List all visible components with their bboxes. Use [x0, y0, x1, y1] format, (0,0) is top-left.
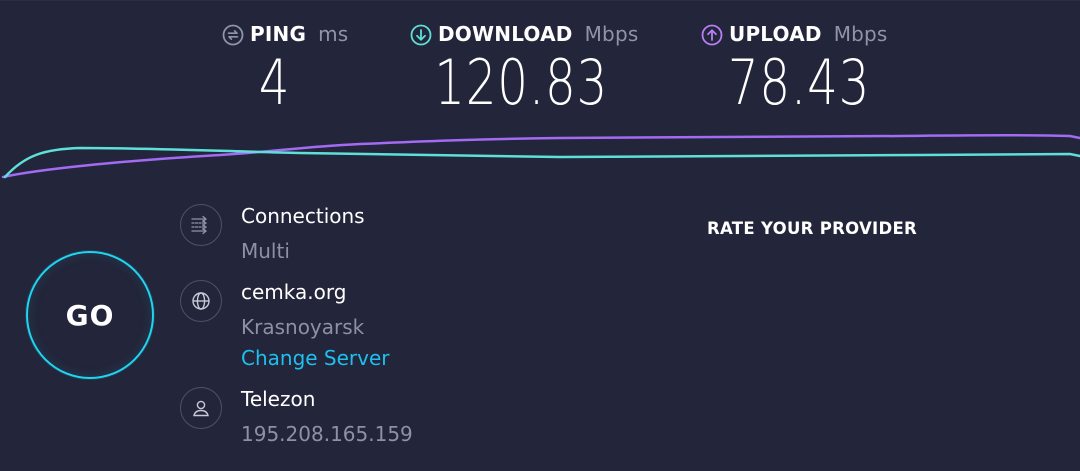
ping-value: 4: [258, 46, 291, 119]
ping-header: PING ms: [222, 20, 349, 48]
isp-name: Telezon: [241, 387, 316, 411]
rate-provider-heading: RATE YOUR PROVIDER: [707, 219, 918, 238]
upload-arrow-icon: [701, 24, 723, 46]
user-icon: [180, 387, 222, 429]
upload-value: 78.43: [727, 46, 871, 119]
connections-icon: [180, 204, 222, 246]
server-host: cemka.org: [241, 280, 347, 304]
download-value: 120.83: [434, 46, 609, 119]
download-metric: DOWNLOAD Mbps 120.83: [410, 20, 640, 116]
server-city: Krasnoyarsk: [241, 315, 365, 339]
download-speed-line: [3, 146, 1080, 179]
download-header: DOWNLOAD Mbps: [410, 20, 640, 48]
upload-metric: UPLOAD Mbps 78.43: [701, 20, 891, 116]
upload-label: UPLOAD: [729, 22, 822, 46]
ping-label: PING: [250, 22, 307, 46]
download-unit: Mbps: [584, 22, 639, 46]
ping-icon: [222, 24, 244, 46]
download-arrow-icon: [410, 24, 432, 46]
upload-unit: Mbps: [833, 22, 888, 46]
isp-ip: 195.208.165.159: [241, 422, 413, 446]
ping-metric: PING ms 4: [222, 20, 349, 119]
go-button-label: GO: [65, 298, 115, 332]
download-label: DOWNLOAD: [438, 22, 573, 46]
change-server-link[interactable]: Change Server: [241, 346, 390, 370]
connections-value: Multi: [241, 239, 290, 263]
go-button[interactable]: GO: [26, 251, 154, 379]
connections-title: Connections: [241, 204, 365, 228]
ping-unit: ms: [318, 22, 349, 46]
upload-header: UPLOAD Mbps: [701, 20, 891, 48]
globe-icon: [180, 280, 222, 322]
speed-graph: [1, 134, 1080, 179]
